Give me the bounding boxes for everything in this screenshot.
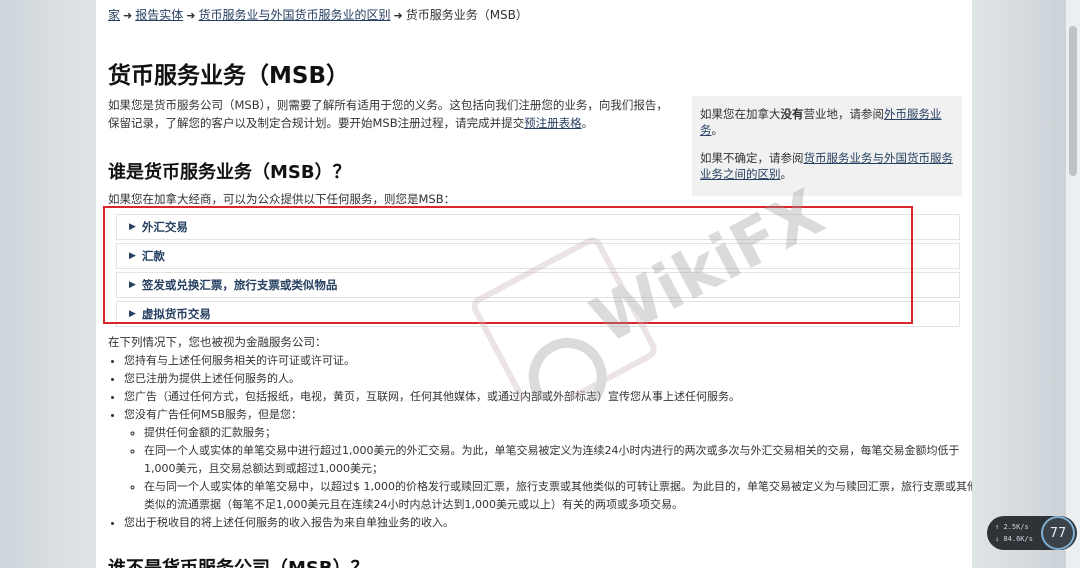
usage-percent-value: 77 — [1049, 525, 1067, 541]
service-label: 虚拟货币交易 — [141, 307, 211, 321]
service-label: 外汇交易 — [141, 220, 188, 234]
aside-text: 营业地，请参阅 — [803, 107, 885, 121]
section-title-who-is-msb: 谁是货币服务业务（MSB）？ — [108, 162, 351, 183]
service-money-orders[interactable]: ▶ 签发或兑换汇票，旅行支票或类似物品 — [116, 272, 960, 298]
list-item: 您持有与上述任何服务相关的许可证或许可证。 — [124, 352, 972, 370]
list-item: 您广告（通过任何方式，包括报纸，电视，黄页，互联网，任何其他媒体，或通过内部或外… — [124, 388, 972, 406]
service-remittance[interactable]: ▶ 汇款 — [116, 243, 960, 269]
list-item: 您出于税收目的将上述任何服务的收入报告为来自单独业务的收入。 — [124, 514, 972, 532]
expand-triangle-icon: ▶ — [129, 222, 136, 232]
info-aside: 如果您在加拿大没有营业地，请参阅外币服务业务。 如果不确定，请参阅货币服务业务与… — [692, 96, 962, 196]
download-speed-value: 84.6K/s — [1003, 535, 1033, 543]
aside-paragraph-unsure: 如果不确定，请参阅货币服务业务与外国货币服务业务之间的区别。 — [700, 150, 954, 182]
service-label: 签发或兑换汇票，旅行支票或类似物品 — [141, 278, 338, 292]
expand-triangle-icon: ▶ — [129, 280, 136, 290]
service-foreign-exchange[interactable]: ▶ 外汇交易 — [116, 214, 960, 240]
expand-triangle-icon: ▶ — [129, 251, 136, 261]
sub-conditions-list: 提供任何金额的汇款服务； 在同一个人或实体的单笔交易中进行超过1,000美元的外… — [124, 424, 972, 514]
aside-bold-text: 没有 — [780, 107, 804, 121]
conditions-list: 您持有与上述任何服务相关的许可证或许可证。 您已注册为提供上述任何服务的人。 您… — [108, 352, 972, 532]
aside-text: 。 — [711, 123, 724, 137]
list-item-text: 您没有广告任何MSB服务，但是您： — [124, 408, 303, 421]
conditions-lead: 在下列情况下，您也被视为金融服务公司： — [108, 335, 327, 349]
services-list: ▶ 外汇交易 ▶ 汇款 ▶ 签发或兑换汇票，旅行支票或类似物品 ▶ 虚拟货币交易 — [116, 214, 960, 330]
sub-list-item: 提供任何金额的汇款服务； — [144, 424, 972, 442]
service-label: 汇款 — [141, 249, 165, 263]
list-item: 您已注册为提供上述任何服务的人。 — [124, 370, 972, 388]
page-content: 家 ➜ 报告实体 ➜ 货币服务业与外国货币服务业的区别 ➜ 货币服务业务（MSB） 货币服务… — [96, 0, 972, 568]
breadcrumb-arrow-icon: ➜ — [123, 9, 133, 22]
sub-list-item: 在与同一个人或实体的单笔交易中，以超过$ 1,000的价格发行或赎回汇票，旅行支… — [144, 478, 972, 514]
service-virtual-currency[interactable]: ▶ 虚拟货币交易 — [116, 301, 960, 327]
section-lead: 如果您在加拿大经商，可以为公众提供以下任何服务，则您是MSB： — [108, 192, 456, 206]
breadcrumb-arrow-icon: ➜ — [186, 9, 196, 22]
breadcrumb-arrow-icon: ➜ — [393, 9, 403, 22]
upload-speed-value: 2.5K/s — [1003, 523, 1029, 531]
expand-triangle-icon: ▶ — [129, 309, 136, 319]
aside-text: 如果您在加拿大 — [700, 107, 781, 121]
vertical-scrollbar[interactable] — [1066, 0, 1080, 568]
scrollbar-thumb[interactable] — [1069, 26, 1077, 176]
page-title: 货币服务业务（MSB） — [108, 63, 349, 89]
breadcrumb-home-link[interactable]: 家 — [108, 8, 120, 22]
aside-text: 。 — [780, 167, 793, 181]
pre-registration-form-link[interactable]: 预注册表格 — [524, 116, 582, 130]
breadcrumb-msb-vs-foreign-link[interactable]: 货币服务业与外国货币服务业的区别 — [198, 8, 390, 22]
list-item: 您没有广告任何MSB服务，但是您： 提供任何金额的汇款服务； 在同一个人或实体的… — [124, 406, 972, 514]
speed-rates: ↑ 2.5K/s ↓ 84.6K/s — [995, 521, 1033, 545]
intro-text-end: 。 — [581, 116, 594, 130]
breadcrumb-current: 货币服务业务（MSB） — [405, 8, 528, 22]
breadcrumb-reporting-entities-link[interactable]: 报告实体 — [135, 8, 183, 22]
upload-speed: ↑ 2.5K/s — [995, 523, 1029, 531]
aside-paragraph-no-business: 如果您在加拿大没有营业地，请参阅外币服务业务。 — [700, 106, 954, 138]
download-speed: ↓ 84.6K/s — [995, 535, 1033, 543]
intro-paragraph: 如果您是货币服务公司（MSB），则需要了解所有适用于您的义务。这包括向我们注册您… — [108, 96, 668, 132]
network-speed-widget[interactable]: ↑ 2.5K/s ↓ 84.6K/s 77 — [987, 516, 1077, 550]
usage-percent-gauge: 77 — [1041, 516, 1075, 550]
sub-list-item: 在同一个人或实体的单笔交易中进行超过1,000美元的外汇交易。为此，单笔交易被定… — [144, 442, 972, 478]
section-title-who-is-not-msb: 谁不是货币服务公司（MSB）？ — [108, 554, 369, 568]
aside-text: 如果不确定，请参阅 — [700, 151, 804, 165]
breadcrumb: 家 ➜ 报告实体 ➜ 货币服务业与外国货币服务业的区别 ➜ 货币服务业务（MSB） — [108, 6, 528, 23]
